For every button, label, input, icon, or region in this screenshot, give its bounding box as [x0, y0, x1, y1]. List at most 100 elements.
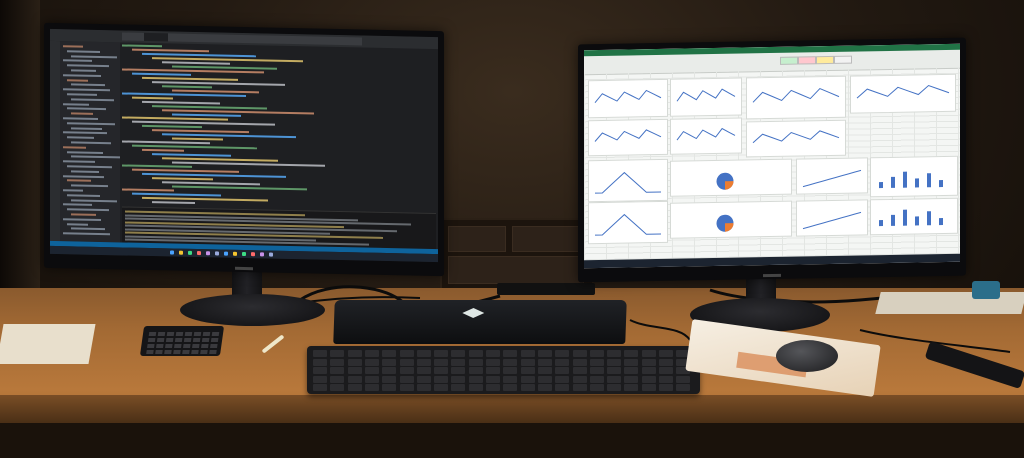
activity-bar [50, 40, 60, 242]
calculator [139, 326, 225, 356]
dashboard-chart [870, 155, 958, 198]
key [537, 358, 552, 366]
calculator-key [184, 332, 193, 336]
key [330, 367, 345, 375]
calculator-key [165, 344, 173, 348]
key [520, 384, 535, 392]
key [624, 367, 639, 375]
explorer-row [71, 184, 108, 188]
key [555, 358, 570, 366]
spreadsheet-title-bar [584, 43, 960, 57]
key [364, 350, 379, 357]
explorer-row [63, 45, 83, 48]
explorer-row [71, 54, 117, 58]
explorer-row [67, 179, 91, 183]
calculator-key [192, 344, 200, 348]
explorer-row [63, 146, 86, 149]
key [434, 358, 449, 366]
dashboard-chart [746, 75, 846, 120]
key [399, 367, 414, 375]
code-line [122, 188, 174, 192]
left-monitor-base [180, 294, 325, 326]
explorer-row [67, 107, 106, 111]
key [364, 358, 379, 366]
code-line [132, 96, 173, 100]
explorer-row [67, 222, 88, 226]
spreadsheet-grid [584, 67, 960, 261]
dashboard-chart [588, 200, 668, 245]
code-line [172, 161, 325, 167]
taskbar-icon [215, 251, 219, 256]
power-strip [497, 283, 595, 295]
key [451, 375, 466, 383]
spreadsheet-screen [584, 43, 960, 269]
code-line [172, 137, 223, 141]
explorer-row [71, 141, 111, 145]
key [468, 384, 483, 392]
closed-laptop [333, 300, 627, 344]
key [641, 358, 656, 366]
explorer-row [67, 194, 100, 197]
key [486, 375, 500, 383]
key [624, 358, 639, 366]
key [537, 375, 552, 383]
explorer-row [63, 131, 107, 135]
key [330, 384, 345, 392]
explorer-row [63, 102, 89, 106]
calculator-key [209, 350, 217, 354]
key [659, 358, 673, 366]
explorer-row [71, 170, 99, 173]
code-area [122, 44, 422, 210]
key [659, 384, 673, 392]
explorer-row [63, 218, 101, 221]
taskbar-icon [188, 250, 192, 255]
taskbar-icon [260, 252, 264, 257]
dashboard-chart [850, 73, 956, 114]
key [659, 350, 673, 357]
key [503, 350, 518, 357]
key [347, 367, 362, 375]
monitor-logo [763, 273, 781, 278]
key [589, 358, 604, 366]
explorer-row [63, 88, 110, 92]
taskbar-icon [206, 251, 210, 256]
desk-scene [0, 0, 1024, 458]
key [347, 358, 362, 366]
explorer-row [63, 203, 92, 207]
dashboard-chart [588, 118, 668, 157]
key [399, 358, 414, 366]
key [382, 375, 397, 383]
dashboard-chart [796, 157, 868, 195]
dashboard-chart [746, 119, 846, 158]
key [641, 367, 656, 375]
key [676, 384, 691, 392]
calculator-key [183, 338, 192, 342]
key [589, 375, 604, 383]
explorer-row [71, 213, 96, 216]
taskbar-icon [242, 251, 246, 257]
code-line [142, 100, 220, 105]
key [330, 358, 345, 366]
key [347, 350, 362, 357]
calculator-key [192, 338, 201, 342]
dashboard-chart [670, 77, 742, 117]
calculator-key [201, 344, 209, 348]
explorer-row [71, 112, 93, 116]
taskbar-icon [197, 251, 201, 256]
key [607, 358, 622, 366]
explorer-row [67, 150, 103, 154]
key [607, 384, 622, 392]
key [503, 367, 518, 375]
explorer-row [67, 78, 88, 82]
key [537, 367, 552, 375]
code-line [152, 177, 213, 181]
code-line [132, 48, 209, 53]
key [364, 375, 379, 383]
key [434, 384, 449, 392]
key [313, 350, 327, 357]
key [330, 350, 345, 357]
key [555, 375, 570, 383]
key [382, 384, 397, 392]
key [468, 358, 483, 366]
explorer-row [71, 227, 105, 231]
